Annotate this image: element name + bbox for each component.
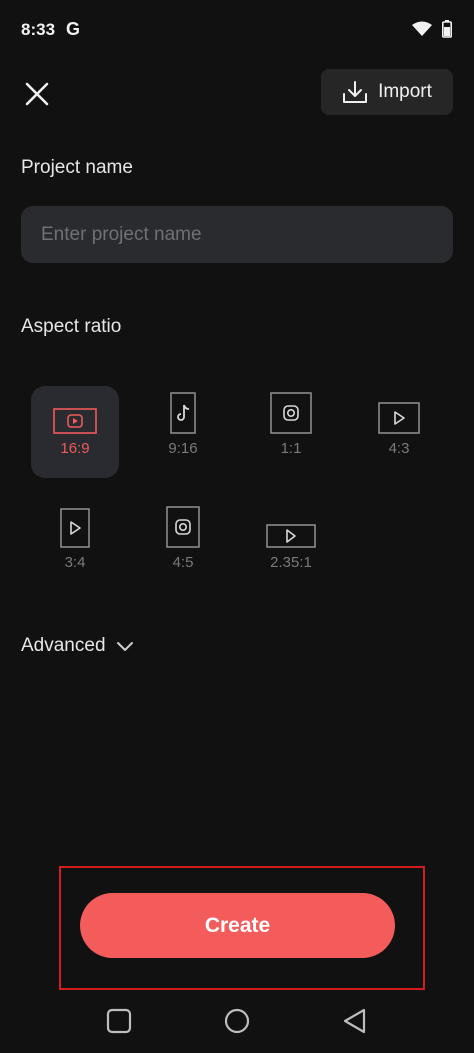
download-icon xyxy=(343,81,368,103)
wifi-icon xyxy=(412,21,432,36)
status-time: 8:33 xyxy=(21,20,56,39)
project-name-label: Project name xyxy=(21,157,133,178)
circle-icon xyxy=(224,1008,250,1034)
project-name-input[interactable] xyxy=(21,206,453,263)
aspect-option-label: 3:4 xyxy=(64,554,86,571)
instagram-icon xyxy=(270,392,312,434)
youtube-icon xyxy=(53,408,97,434)
aspect-option-16-9[interactable]: 16:9 xyxy=(31,386,119,478)
aspect-option-2-35-1[interactable]: 2.35:1 xyxy=(247,500,335,592)
aspect-option-label: 2.35:1 xyxy=(270,554,312,571)
aspect-option-4-3[interactable]: 4:3 xyxy=(355,386,443,478)
battery-icon xyxy=(442,20,452,38)
status-icons xyxy=(412,20,452,38)
aspect-option-9-16[interactable]: 9:16 xyxy=(139,386,227,478)
aspect-option-label: 1:1 xyxy=(280,440,302,457)
recents-button[interactable] xyxy=(106,1008,132,1039)
import-label: Import xyxy=(378,81,432,102)
back-button[interactable] xyxy=(342,1008,368,1039)
aspect-option-label: 16:9 xyxy=(60,440,90,457)
create-button[interactable]: Create xyxy=(80,893,395,958)
aspect-option-1-1[interactable]: 1:1 xyxy=(247,386,335,478)
aspect-option-label: 4:5 xyxy=(172,554,194,571)
aspect-option-label: 4:3 xyxy=(388,440,410,457)
square-icon xyxy=(106,1008,132,1034)
aspect-option-4-5[interactable]: 4:5 xyxy=(139,500,227,592)
google-icon: G xyxy=(66,19,81,39)
close-button[interactable] xyxy=(22,79,52,109)
play-icon xyxy=(60,508,90,548)
import-button[interactable]: Import xyxy=(321,69,453,115)
home-button[interactable] xyxy=(224,1008,250,1039)
advanced-label: Advanced xyxy=(21,635,106,656)
aspect-option-3-4[interactable]: 3:4 xyxy=(31,500,119,592)
advanced-toggle[interactable]: Advanced xyxy=(21,635,134,657)
instagram-icon xyxy=(166,506,200,548)
chevron-down-icon xyxy=(116,642,133,651)
play-icon xyxy=(378,402,420,434)
tiktok-icon xyxy=(170,392,196,434)
triangle-back-icon xyxy=(343,1008,366,1034)
close-icon xyxy=(25,82,49,106)
play-icon xyxy=(266,524,316,548)
aspect-ratio-label: Aspect ratio xyxy=(21,316,122,337)
aspect-option-label: 9:16 xyxy=(168,440,198,457)
